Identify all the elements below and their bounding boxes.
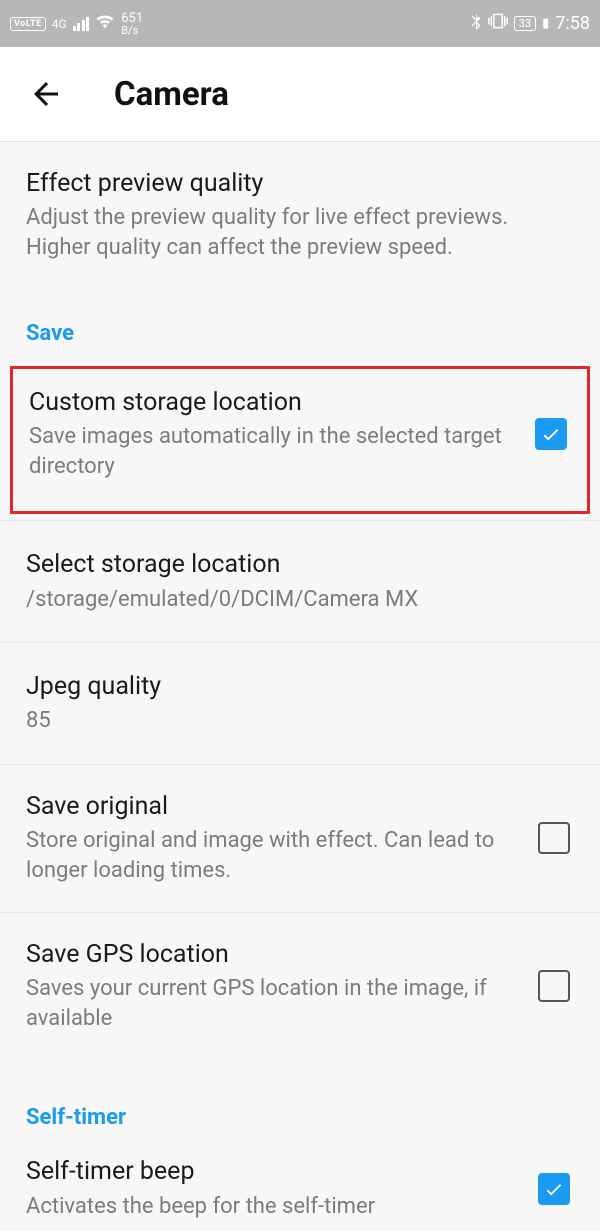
- clock: 7:58: [555, 13, 590, 34]
- back-arrow-icon[interactable]: [28, 76, 64, 112]
- section-header-selftimer: Self-timer: [0, 1059, 600, 1150]
- checkbox-selftimer-beep[interactable]: [538, 1173, 570, 1205]
- network-type: 4G: [52, 17, 67, 31]
- volte-badge: VoLTE: [10, 17, 46, 31]
- setting-title: Jpeg quality: [26, 671, 574, 702]
- app-bar: Camera: [0, 47, 600, 142]
- setting-save-original[interactable]: Save original Store original and image w…: [0, 765, 600, 913]
- setting-title: Self-timer beep: [26, 1156, 528, 1187]
- network-speed: 651 B/s: [121, 12, 143, 36]
- page-title: Camera: [114, 75, 229, 114]
- setting-select-storage[interactable]: Select storage location /storage/emulate…: [0, 520, 600, 643]
- setting-title: Custom storage location: [29, 387, 525, 418]
- setting-desc: Activates the beep for the self-timer: [26, 1192, 528, 1222]
- wifi-icon: [95, 13, 115, 34]
- checkbox-custom-storage[interactable]: [535, 418, 567, 450]
- highlight-custom-storage: Custom storage location Save images auto…: [10, 366, 590, 515]
- setting-desc: Store original and image with effect. Ca…: [26, 826, 528, 885]
- checkbox-save-gps[interactable]: [538, 970, 570, 1002]
- setting-title: Select storage location: [26, 549, 574, 580]
- section-header-save: Save: [0, 281, 600, 360]
- setting-desc: /storage/emulated/0/DCIM/Camera MX: [26, 585, 574, 615]
- status-bar: VoLTE 4G 651 B/s 33 ▮ 7:58: [0, 0, 600, 47]
- setting-selftimer-beep[interactable]: Self-timer beep Activates the beep for t…: [0, 1150, 600, 1231]
- setting-effect-preview[interactable]: Effect preview quality Adjust the previe…: [0, 142, 600, 281]
- setting-value: 85: [26, 706, 574, 736]
- setting-title: Save original: [26, 791, 528, 822]
- setting-desc: Saves your current GPS location in the i…: [26, 974, 528, 1033]
- setting-title: Effect preview quality: [26, 168, 574, 199]
- setting-desc: Save images automatically in the selecte…: [29, 422, 525, 481]
- signal-icon: [73, 17, 90, 31]
- setting-title: Save GPS location: [26, 939, 528, 970]
- checkbox-save-original[interactable]: [538, 822, 570, 854]
- battery-indicator: 33: [514, 16, 536, 31]
- setting-jpeg-quality[interactable]: Jpeg quality 85: [0, 643, 600, 765]
- vibrate-icon: [488, 12, 508, 35]
- setting-custom-storage[interactable]: Custom storage location Save images auto…: [13, 369, 587, 512]
- setting-save-gps[interactable]: Save GPS location Saves your current GPS…: [0, 913, 600, 1060]
- setting-desc: Adjust the preview quality for live effe…: [26, 203, 574, 262]
- battery-icon: ▮: [542, 16, 549, 31]
- bluetooth-icon: [470, 12, 482, 35]
